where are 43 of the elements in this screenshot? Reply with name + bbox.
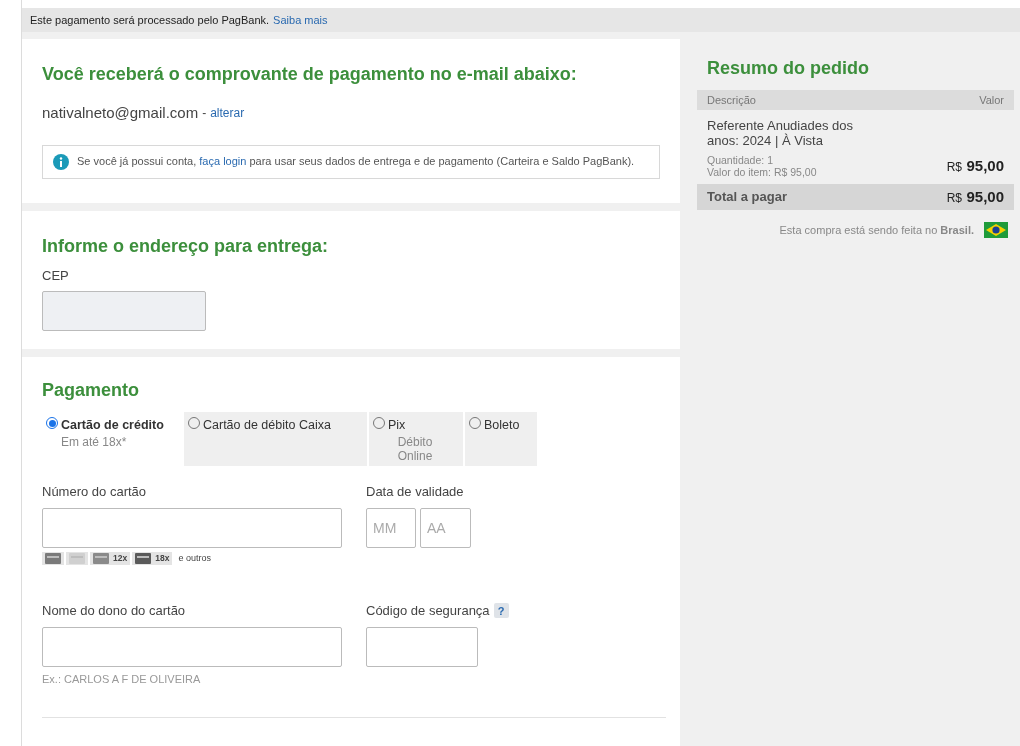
cep-input[interactable] xyxy=(42,291,206,331)
change-link[interactable]: alterar xyxy=(210,104,245,123)
card-brand-badge: 18x xyxy=(132,551,173,565)
payment-tab[interactable]: Cartão de débito Caixa xyxy=(184,412,367,466)
section-title: Você receberá o comprovante de pagamento no e-mail abaixo: xyxy=(42,63,578,86)
column-header: Valor xyxy=(979,92,1004,108)
country-note: Esta compra está sendo feita no Brasil. xyxy=(779,223,974,238)
card-brand-badge: 12x xyxy=(90,551,131,565)
help-button[interactable]: ? xyxy=(493,603,509,619)
item-unit-value: Valor do item: R$ 95,00 xyxy=(707,166,817,178)
banner-text: Este pagamento será processado pelo PagBank. xyxy=(30,12,270,28)
security-code-input[interactable] xyxy=(366,626,478,667)
more-brands-text: e outros xyxy=(178,551,211,565)
security-code-label: Código de segurança xyxy=(366,602,490,620)
expiry-label: Data de validade xyxy=(366,483,465,501)
payment-tab[interactable]: Boleto xyxy=(465,412,537,466)
learn-more-link[interactable]: Saiba mais xyxy=(273,11,328,29)
total-label: Total a pagar xyxy=(707,188,787,207)
month-input[interactable]: MM xyxy=(366,507,416,548)
login-link[interactable]: faça login xyxy=(199,155,247,167)
item-name: Referente Anudiades dos anos: 2024 | À Vista xyxy=(707,118,854,148)
total-price: R$ 95,00 xyxy=(946,187,1004,207)
item-quantity: Quantidade: 1 xyxy=(707,154,774,166)
payment-tab[interactable]: Pix Débito Online xyxy=(369,412,463,466)
info-text: Se você já possui conta, faça login para usar seus dados de entrega e de pagamento (Carteira e Saldo PagBank). xyxy=(77,155,635,168)
flag-icon xyxy=(984,222,1008,239)
year-input[interactable]: AA xyxy=(420,507,471,548)
cardholder-label: Nome do dono do cartão xyxy=(42,602,187,620)
section-title: Informe o endereço para entrega: xyxy=(42,234,330,258)
summary-title: Resumo do pedido xyxy=(706,57,870,80)
card-number-label: Número do cartão xyxy=(42,483,148,501)
column-header: Descrição xyxy=(707,92,756,108)
credit-card-icon xyxy=(93,552,109,564)
cardholder-input[interactable] xyxy=(42,626,342,667)
email-text: nativalneto@gmail.com xyxy=(42,103,199,123)
credit-card-icon xyxy=(135,552,152,564)
section-title: Pagamento xyxy=(42,379,141,402)
cardholder-hint: Ex.: CARLOS A F DE OLIVEIRA xyxy=(42,671,202,687)
card-number-input[interactable] xyxy=(42,507,342,548)
info-icon xyxy=(53,153,69,170)
item-price: R$ 95,00 xyxy=(946,156,1004,176)
cep-label: CEP xyxy=(42,266,70,285)
separator-text: - xyxy=(202,105,207,123)
